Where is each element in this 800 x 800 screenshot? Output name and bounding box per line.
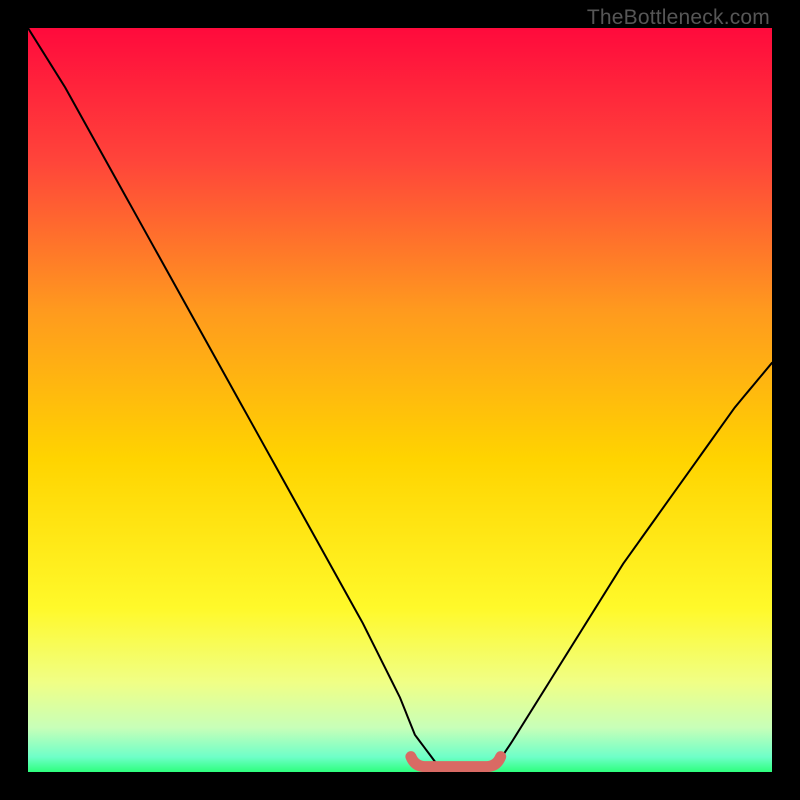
plot-area bbox=[28, 28, 772, 772]
watermark-text: TheBottleneck.com bbox=[587, 6, 770, 30]
chart-svg bbox=[28, 28, 772, 772]
gradient-background bbox=[28, 28, 772, 772]
chart-container: TheBottleneck.com bbox=[0, 0, 800, 800]
